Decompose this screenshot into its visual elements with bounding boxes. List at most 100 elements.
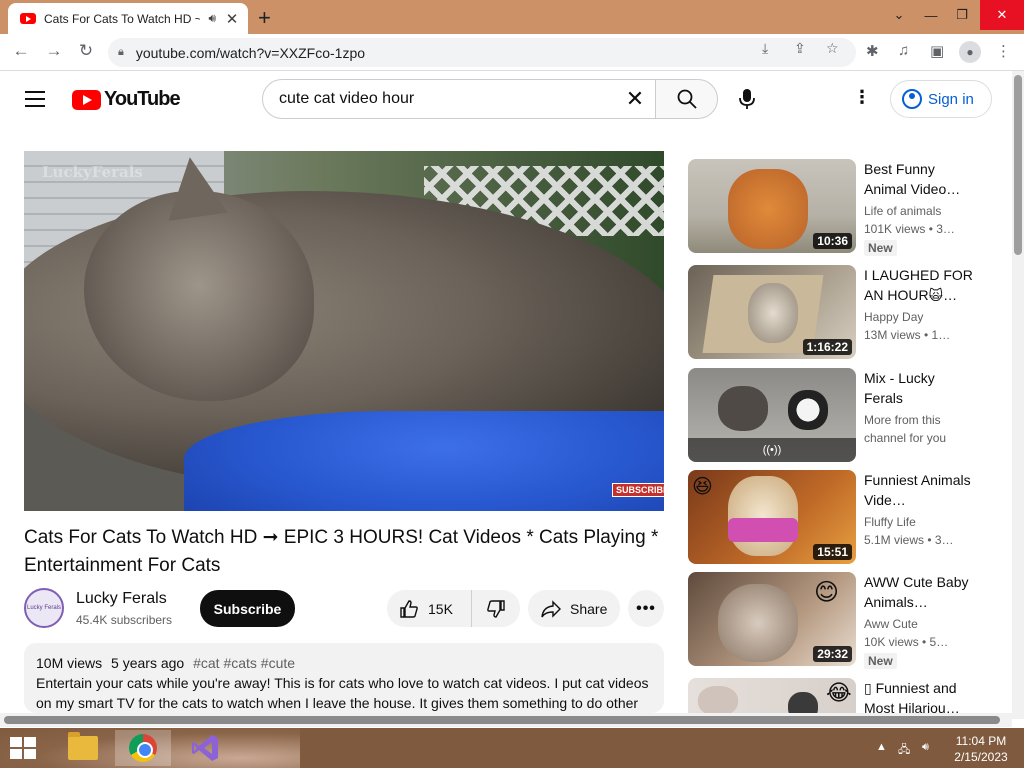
- dislike-button[interactable]: [472, 599, 520, 619]
- recommendation-item[interactable]: 10:36 Best Funny Animal Video… Life of a…: [688, 159, 988, 256]
- youtube-logo[interactable]: YouTube: [72, 88, 181, 111]
- video-title: Cats For Cats To Watch HD ➞ EPIC 3 HOURS…: [24, 527, 659, 576]
- settings-kebab-icon[interactable]: ⋮: [853, 88, 871, 106]
- lock-icon[interactable]: 🔒︎: [118, 46, 124, 59]
- minimize-button[interactable]: —: [914, 0, 948, 30]
- subscribe-button[interactable]: Subscribe: [200, 590, 295, 627]
- clear-search-icon[interactable]: ✕: [615, 86, 655, 112]
- recommendation-title[interactable]: I LAUGHED FOR AN HOUR🙀…: [864, 265, 976, 305]
- channel-avatar-text: Lucky Ferals: [26, 604, 61, 611]
- extensions-icon[interactable]: ✱: [866, 42, 879, 60]
- close-window-button[interactable]: ✕: [980, 0, 1024, 30]
- recommendation-channel[interactable]: Fluffy Life: [864, 515, 916, 529]
- video-player[interactable]: LuckyFerals SUBSCRIBE: [24, 151, 664, 511]
- recommendation-channel[interactable]: Aww Cute: [864, 617, 918, 631]
- subscribe-overlay[interactable]: SUBSCRIBE: [612, 483, 664, 497]
- recommendation-channel[interactable]: More from this: [864, 413, 941, 427]
- reload-button[interactable]: ↻: [75, 41, 97, 61]
- tab-search-icon[interactable]: ⌄: [882, 0, 916, 30]
- recommendation-item[interactable]: 😆 15:51 Funniest Animals Vide… Fluffy Li…: [688, 470, 988, 564]
- file-explorer-taskbar-icon[interactable]: [55, 730, 111, 766]
- new-badge: New: [864, 653, 897, 669]
- recommendation-item[interactable]: 😊 29:32 AWW Cute Baby Animals… Aww Cute …: [688, 572, 988, 669]
- address-bar[interactable]: 🔒︎ youtube.com/watch?v=XXZFco-1zpo: [108, 38, 856, 67]
- browser-tab[interactable]: Cats For Cats To Watch HD ~ 🔊︎ ✕: [8, 3, 248, 34]
- like-button[interactable]: 15K: [387, 590, 472, 627]
- windows-taskbar: ▲ 🖧︎ 🔊︎ 11:04 PM 2/15/2023: [0, 728, 1024, 768]
- recommendation-item[interactable]: 1:16:22 I LAUGHED FOR AN HOUR🙀… Happy Da…: [688, 265, 988, 359]
- thumbnail[interactable]: ((•)): [688, 368, 856, 462]
- recommendation-title[interactable]: Funniest Animals Vide…: [864, 470, 976, 510]
- visual-studio-taskbar-icon[interactable]: [177, 730, 233, 766]
- recommendation-title[interactable]: Best Funny Animal Video…: [864, 159, 976, 199]
- share-icon[interactable]: ⇪: [794, 40, 806, 57]
- search-value[interactable]: cute cat video hour: [279, 90, 615, 108]
- player-watermark: LuckyFerals: [42, 163, 143, 181]
- speaker-icon[interactable]: 🔊︎: [208, 11, 216, 26]
- sign-in-button[interactable]: Sign in: [890, 80, 992, 118]
- recommendation-views: channel for you: [864, 431, 947, 445]
- recommendation-item[interactable]: ((•)) Mix - Lucky Ferals More from this …: [688, 368, 988, 462]
- recommendation-title[interactable]: Mix - Lucky Ferals: [864, 368, 976, 408]
- search-input[interactable]: cute cat video hour ✕: [262, 79, 656, 119]
- browser-menu-icon[interactable]: ⋮: [996, 42, 1011, 60]
- thumbs-down-icon: [487, 599, 505, 618]
- duration-badge: 29:32: [813, 646, 852, 662]
- search-icon: [677, 89, 697, 109]
- side-panel-icon[interactable]: ▣: [930, 42, 944, 60]
- recommendation-views: 13M views • 1…: [864, 328, 951, 342]
- volume-icon[interactable]: 🔊︎: [922, 741, 929, 754]
- subscriber-count: 45.4K subscribers: [76, 613, 173, 627]
- clock-date: 2/15/2023: [954, 750, 1008, 764]
- thumbnail[interactable]: 😂: [688, 678, 856, 713]
- install-icon[interactable]: ⤓: [762, 40, 768, 57]
- share-arrow-icon: [541, 599, 561, 618]
- thumbnail[interactable]: 10:36: [688, 159, 856, 253]
- vertical-scroll-thumb[interactable]: [1014, 75, 1022, 255]
- horizontal-scrollbar[interactable]: [0, 713, 1012, 727]
- channel-name[interactable]: Lucky Ferals: [76, 590, 167, 608]
- share-button[interactable]: Share: [528, 590, 620, 627]
- smiling-emoji-icon: 😊: [814, 579, 840, 606]
- horizontal-scroll-thumb[interactable]: [4, 716, 1000, 724]
- thumbnail[interactable]: 1:16:22: [688, 265, 856, 359]
- thumbs-up-icon: [400, 599, 418, 618]
- recommendation-title[interactable]: AWW Cute Baby Animals…: [864, 572, 976, 612]
- back-button[interactable]: ←: [10, 41, 32, 61]
- hashtags[interactable]: #cat #cats #cute: [193, 655, 295, 671]
- recommendation-channel[interactable]: Happy Day: [864, 310, 923, 324]
- tab-title: Cats For Cats To Watch HD ~: [44, 11, 201, 26]
- voice-search-icon[interactable]: [737, 88, 757, 110]
- chrome-taskbar-icon[interactable]: [115, 730, 171, 766]
- thumbnail[interactable]: 😆 15:51: [688, 470, 856, 564]
- account-icon: [902, 89, 922, 109]
- forward-button[interactable]: →: [43, 41, 65, 61]
- recommendation-item[interactable]: 😂 ▯ Funniest and Most Hilariou…: [688, 678, 988, 713]
- channel-avatar[interactable]: Lucky Ferals: [24, 588, 64, 628]
- profile-avatar-icon[interactable]: ●: [959, 41, 981, 63]
- menu-icon[interactable]: [25, 91, 45, 112]
- recommendation-channel[interactable]: Life of animals: [864, 204, 941, 218]
- recommendation-views: 10K views • 5…: [864, 635, 949, 649]
- recommendation-title[interactable]: ▯ Funniest and Most Hilariou…: [864, 678, 976, 713]
- thumbnail[interactable]: 😊 29:32: [688, 572, 856, 666]
- new-tab-button[interactable]: +: [258, 5, 271, 31]
- more-actions-button[interactable]: •••: [628, 590, 664, 627]
- like-dislike-group: 15K: [387, 590, 520, 627]
- clock-time: 11:04 PM: [955, 734, 1007, 748]
- restore-button[interactable]: ❐: [945, 0, 979, 30]
- tab-close-icon[interactable]: ✕: [224, 10, 240, 28]
- upload-age: 5 years ago: [111, 655, 185, 671]
- show-hidden-icons-icon[interactable]: ▲: [876, 741, 887, 753]
- taskbar-clock[interactable]: 11:04 PM 2/15/2023: [948, 733, 1014, 765]
- view-count: 10M views: [36, 655, 103, 671]
- vertical-scrollbar[interactable]: [1012, 71, 1024, 719]
- network-icon[interactable]: 🖧︎: [898, 741, 910, 760]
- media-control-icon[interactable]: ♫: [898, 42, 909, 59]
- search-button[interactable]: [655, 79, 718, 119]
- mix-radio-icon: ((•)): [688, 438, 856, 462]
- bookmark-star-icon[interactable]: ☆: [826, 40, 839, 57]
- url-text[interactable]: youtube.com/watch?v=XXZFco-1zpo: [136, 45, 365, 61]
- description-box[interactable]: 10M views 5 years ago #cat #cats #cute E…: [24, 643, 664, 713]
- windows-start-icon[interactable]: [10, 737, 38, 761]
